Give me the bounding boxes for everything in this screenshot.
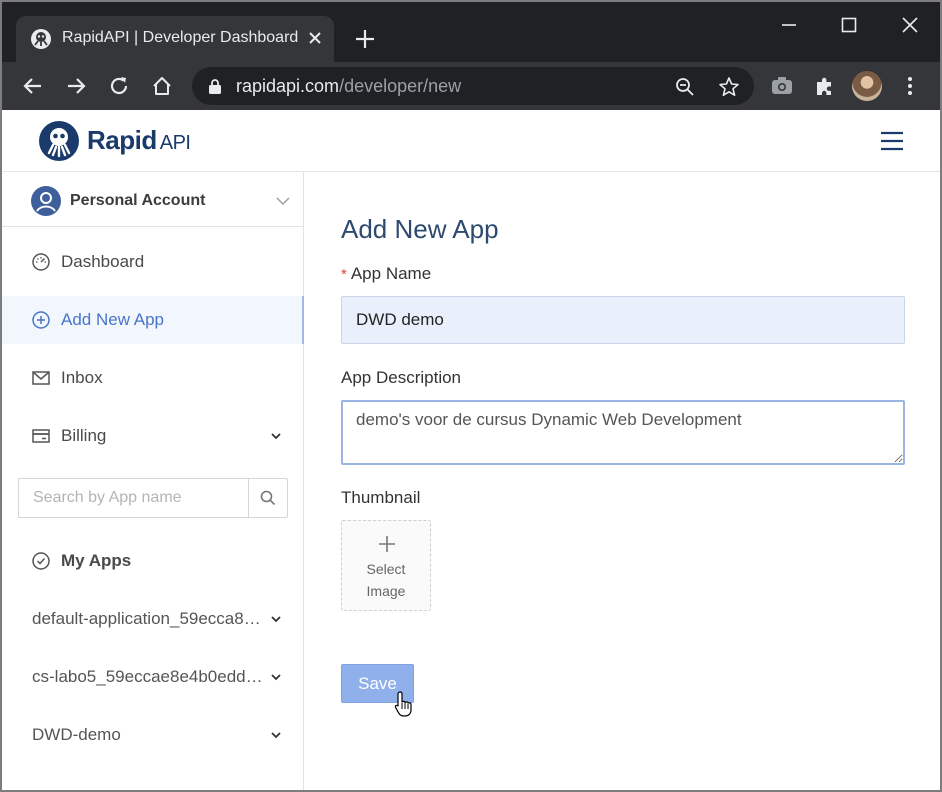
- rapidapi-logo-icon[interactable]: [38, 120, 80, 162]
- app-name-label-text: App Name: [350, 264, 432, 283]
- account-label: Personal Account: [70, 192, 206, 209]
- url-text: rapidapi.com/developer/new: [236, 76, 461, 97]
- sidebar-item-billing[interactable]: Billing: [2, 412, 304, 460]
- tab-strip: RapidAPI | Developer Dashboard: [2, 2, 940, 62]
- app-name-input[interactable]: [341, 296, 905, 344]
- chevron-down-icon[interactable]: [270, 614, 282, 624]
- search-input[interactable]: [19, 479, 248, 517]
- app-search: [18, 478, 288, 518]
- hamburger-menu-icon[interactable]: [880, 129, 904, 153]
- dashboard-gauge-icon: [32, 253, 50, 271]
- forward-arrow-icon[interactable]: [64, 74, 88, 98]
- bookmark-star-icon[interactable]: [718, 76, 740, 98]
- close-tab-icon[interactable]: [304, 27, 326, 49]
- chevron-down-icon[interactable]: [270, 431, 282, 441]
- site-header: Rapid API: [2, 110, 940, 172]
- mail-icon: [32, 371, 50, 385]
- url-path: /developer/new: [339, 76, 462, 96]
- more-menu-icon[interactable]: [898, 74, 922, 98]
- account-switcher[interactable]: Personal Account: [2, 172, 304, 227]
- app-list-item[interactable]: cs-labo5_59eccae8e4b0edd2...: [2, 653, 304, 701]
- extensions-puzzle-icon[interactable]: [813, 74, 837, 98]
- close-window-icon[interactable]: [897, 12, 923, 38]
- app-list-item[interactable]: DWD-demo: [2, 711, 304, 759]
- lock-icon: [209, 79, 221, 94]
- select-image-line1: Select: [366, 561, 406, 577]
- sidebar-item-label: Billing: [61, 426, 107, 445]
- credit-card-icon: [32, 429, 50, 443]
- thumbnail-label: Thumbnail: [341, 488, 421, 507]
- sidebar-item-label: Dashboard: [61, 252, 145, 271]
- browser-toolbar: rapidapi.com/developer/new: [2, 62, 940, 110]
- browser-window: RapidAPI | Developer Dashboard rapidapi.…: [0, 0, 942, 792]
- maximize-icon[interactable]: [836, 12, 862, 38]
- select-image-text: Select Image: [342, 558, 430, 602]
- app-name: cs-labo5_59eccae8e4b0edd2...: [32, 667, 264, 686]
- home-icon[interactable]: [150, 74, 174, 98]
- logo-rapid: Rapid: [87, 125, 157, 155]
- thumbnail-upload[interactable]: Select Image: [341, 520, 431, 611]
- plus-circle-icon: [32, 311, 50, 329]
- hand-pointer-cursor-icon: [394, 691, 412, 717]
- my-apps-heading: My Apps: [2, 537, 304, 585]
- tab-rapidapi[interactable]: RapidAPI | Developer Dashboard: [16, 16, 334, 62]
- address-bar[interactable]: rapidapi.com/developer/new: [192, 67, 754, 105]
- sidebar: Personal Account Dashboard Add New App I…: [2, 172, 304, 790]
- rapidapi-favicon-icon: [31, 29, 51, 49]
- app-description-textarea[interactable]: demo's voor de cursus Dynamic Web Develo…: [341, 400, 905, 465]
- reload-icon[interactable]: [107, 74, 131, 98]
- chevron-down-icon[interactable]: [276, 196, 290, 206]
- sidebar-item-label: Inbox: [61, 368, 103, 387]
- check-circle-icon: [32, 552, 50, 570]
- required-marker: *: [341, 266, 347, 283]
- search-button[interactable]: [248, 479, 287, 517]
- camera-extension-icon[interactable]: [770, 74, 794, 98]
- url-domain: rapidapi.com: [236, 76, 340, 96]
- plus-icon: [379, 536, 395, 552]
- chevron-down-icon[interactable]: [270, 672, 282, 682]
- app-name-label: * App Name: [341, 264, 431, 284]
- minimize-icon[interactable]: [776, 12, 802, 38]
- back-arrow-icon[interactable]: [21, 74, 45, 98]
- page-title: Add New App: [341, 214, 499, 244]
- my-apps-label: My Apps: [61, 551, 132, 570]
- profile-avatar[interactable]: [852, 71, 882, 101]
- zoom-icon[interactable]: [674, 76, 696, 98]
- app-list-item[interactable]: default-application_59ecca87...: [2, 595, 304, 643]
- brand-logo-text[interactable]: Rapid API: [87, 125, 191, 156]
- app-description-label: App Description: [341, 368, 462, 387]
- main-content: Add New App *App Name App Description de…: [305, 172, 940, 790]
- chevron-down-icon[interactable]: [270, 730, 282, 740]
- user-avatar-icon: [31, 186, 61, 216]
- logo-api: API: [159, 132, 191, 154]
- new-tab-icon[interactable]: [352, 26, 378, 52]
- sidebar-item-dashboard[interactable]: Dashboard: [2, 238, 304, 286]
- app-name: DWD-demo: [32, 725, 121, 744]
- sidebar-item-inbox[interactable]: Inbox: [2, 354, 304, 402]
- sidebar-item-add-new-app[interactable]: Add New App: [2, 296, 304, 344]
- sidebar-item-label: Add New App: [61, 310, 165, 329]
- search-icon: [260, 490, 276, 506]
- tab-title: RapidAPI | Developer Dashboard: [62, 29, 299, 46]
- select-image-line2: Image: [366, 583, 406, 599]
- app-name: default-application_59ecca87...: [32, 609, 264, 628]
